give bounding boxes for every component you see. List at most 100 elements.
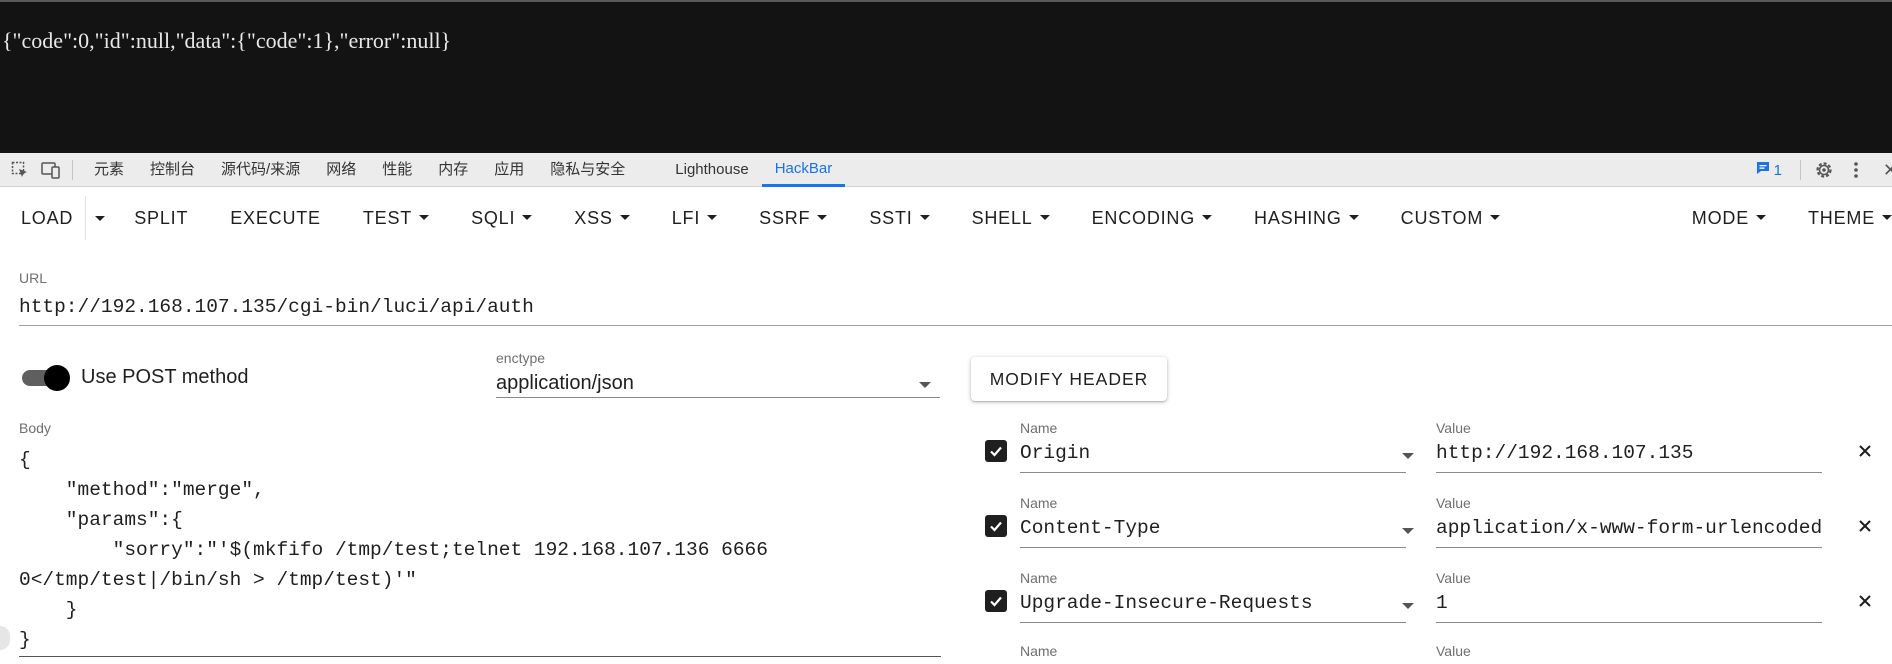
header-name-input[interactable]: Content-Type [1020,517,1160,539]
sqli-menu-label: SQLI [471,208,516,228]
theme-menu-label: THEME [1808,208,1875,228]
header-value-input[interactable]: application/x-www-form-urlencoded [1436,517,1822,539]
url-label: URL [19,270,48,286]
header-name-underline [1020,622,1406,623]
tab-elements[interactable]: 元素 [81,153,137,187]
ssti-menu-label: SSTI [869,208,913,228]
xss-menu-label: XSS [574,208,613,228]
enctype-underline [496,397,940,398]
check-icon [990,596,1002,607]
ssti-menu[interactable]: SSTI [848,196,950,240]
header-name-underline [1020,547,1406,548]
header-enabled-checkbox[interactable] [985,590,1007,612]
tab-application[interactable]: 应用 [481,153,537,187]
chevron-down-icon [707,214,718,220]
url-input[interactable]: http://192.168.107.135/cgi-bin/luci/api/… [19,296,534,318]
toggle-knob [44,365,70,391]
encoding-menu-label: ENCODING [1091,208,1196,228]
split-button[interactable]: SPLIT [113,196,209,240]
remove-header-icon[interactable] [1854,440,1876,462]
chevron-down-icon [619,214,630,220]
sqli-menu[interactable]: SQLI [450,196,553,240]
issues-count: 1 [1773,161,1782,179]
load-menu-caret[interactable] [85,196,113,240]
theme-menu[interactable]: THEME [1787,196,1892,240]
header-row: Name Upgrade-Insecure-Requests Value 1 [982,570,1892,632]
mode-menu[interactable]: MODE [1671,196,1787,240]
chevron-down-icon [419,214,430,220]
lfi-menu[interactable]: LFI [651,196,738,240]
header-enabled-checkbox[interactable] [985,515,1007,537]
inspect-element-icon[interactable] [9,159,31,181]
chevron-down-icon [94,215,105,221]
check-icon [990,446,1002,457]
header-value-underline [1436,547,1822,548]
url-underline [19,325,1892,326]
body-underline [19,656,941,657]
header-name-label: Name [1020,643,1058,659]
body-label: Body [19,420,51,436]
tab-privacy-security[interactable]: 隐私与安全 [537,153,638,187]
tab-network[interactable]: 网络 [313,153,369,187]
shell-menu[interactable]: SHELL [951,196,1071,240]
tab-memory[interactable]: 内存 [425,153,481,187]
header-value-label: Value [1436,570,1471,586]
enctype-select[interactable]: application/json [496,372,634,395]
header-value-input[interactable]: 1 [1436,592,1448,614]
load-button[interactable]: LOAD [0,196,85,240]
chevron-down-icon[interactable] [1402,603,1414,609]
post-method-label: Use POST method [81,366,249,388]
lfi-menu-label: LFI [671,208,701,228]
remove-header-icon[interactable] [1854,590,1876,612]
post-method-toggle[interactable] [22,365,70,391]
mode-menu-label: MODE [1691,208,1749,228]
header-name-input[interactable]: Origin [1020,442,1090,464]
device-toolbar-icon[interactable] [40,159,62,181]
test-menu-label: TEST [362,208,413,228]
hashing-menu-label: HASHING [1254,208,1342,228]
header-name-input[interactable]: Upgrade-Insecure-Requests [1020,592,1313,614]
ssrf-menu[interactable]: SSRF [738,196,848,240]
header-value-input[interactable]: http://192.168.107.135 [1436,442,1693,464]
chevron-down-icon [1490,214,1501,220]
chevron-down-icon [1882,214,1892,220]
check-icon [990,521,1002,532]
tab-console[interactable]: 控制台 [137,153,208,187]
chevron-down-icon[interactable] [1402,528,1414,534]
gear-icon[interactable] [1813,159,1835,181]
chevron-down-icon[interactable] [919,382,931,388]
encoding-menu[interactable]: ENCODING [1071,196,1233,240]
custom-menu-label: CUSTOM [1400,208,1484,228]
tab-lighthouse[interactable]: Lighthouse [662,153,761,187]
tab-performance[interactable]: 性能 [369,153,425,187]
response-text: {"code":0,"id":null,"data":{"code":1},"e… [2,28,452,53]
header-name-label: Name [1020,495,1058,511]
issues-badge[interactable]: 1 [1755,160,1782,180]
header-enabled-checkbox[interactable] [985,440,1007,462]
remove-header-icon[interactable] [1854,515,1876,537]
test-menu[interactable]: TEST [342,196,450,240]
shell-menu-label: SHELL [971,208,1033,228]
chevron-down-icon [1348,214,1359,220]
chevron-down-icon [522,214,533,220]
toolbar-divider [1799,160,1801,180]
hackbar-toolbar: LOAD SPLIT EXECUTE TEST SQLI XSS LFI SSR… [0,196,1892,240]
header-value-label: Value [1436,643,1471,659]
header-value-underline [1436,472,1822,473]
custom-menu[interactable]: CUSTOM [1380,196,1521,240]
body-textarea[interactable]: { "method":"merge", "params":{ "sorry":"… [19,445,768,655]
modify-header-button[interactable]: MODIFY HEADER [971,357,1167,401]
hashing-menu[interactable]: HASHING [1233,196,1380,240]
close-devtools-icon[interactable]: ✕ [1883,160,1892,181]
side-panel-handle[interactable] [0,626,10,650]
tab-hackbar[interactable]: HackBar [761,153,846,187]
chevron-down-icon[interactable] [1402,453,1414,459]
header-name-underline [1020,472,1406,473]
header-value-label: Value [1436,495,1471,511]
tab-sources[interactable]: 源代码/来源 [208,153,313,187]
xss-menu[interactable]: XSS [553,196,650,240]
more-options-icon[interactable] [1845,159,1867,181]
execute-button[interactable]: EXECUTE [209,196,342,240]
enctype-label: enctype [496,350,546,366]
message-icon [1755,160,1771,180]
